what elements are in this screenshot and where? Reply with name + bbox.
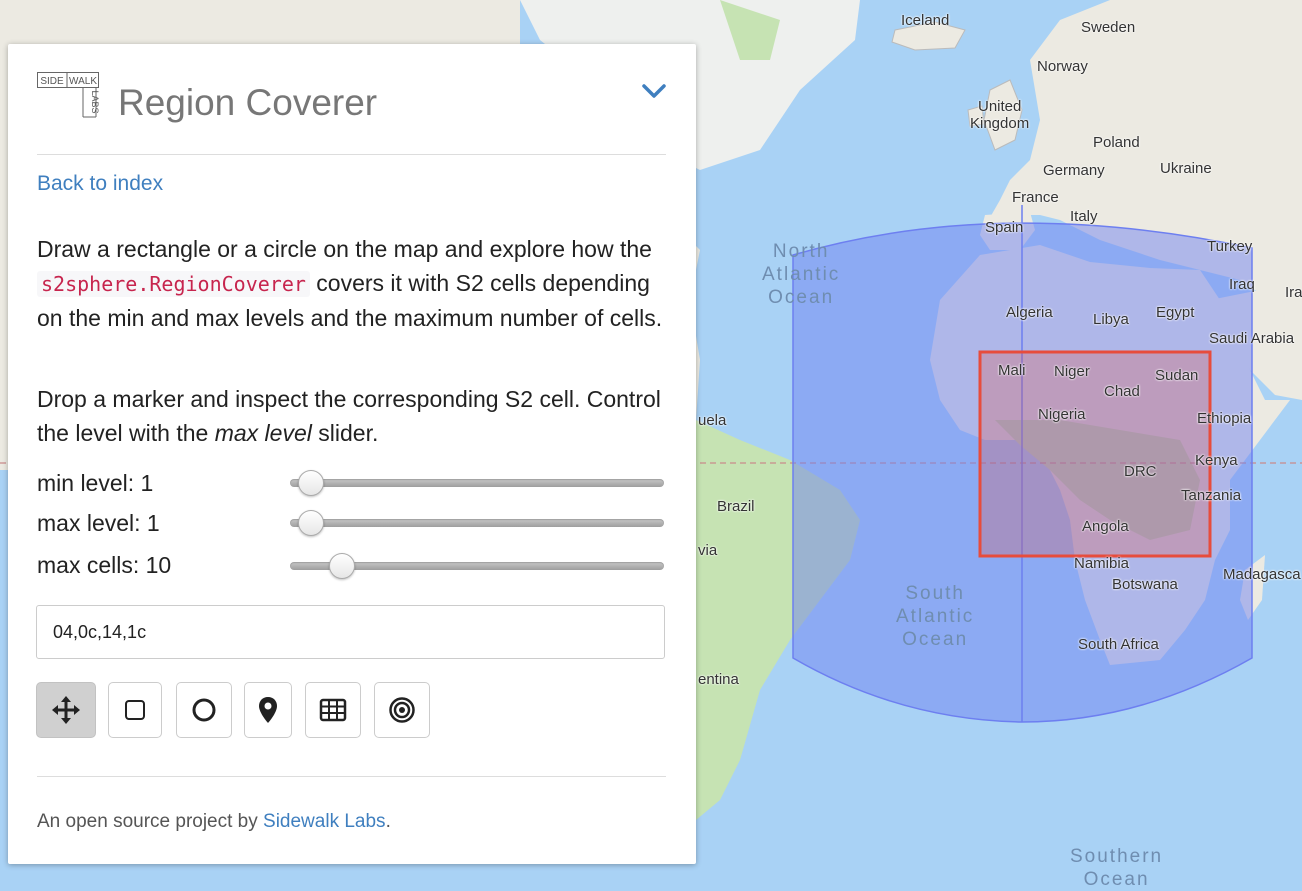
map-label-botswana: Botswana <box>1112 576 1178 593</box>
page-title: Region Coverer <box>118 82 378 123</box>
footer-suffix: . <box>385 811 391 832</box>
map-label-angola: Angola <box>1082 518 1129 535</box>
target-tool-button[interactable] <box>374 682 430 738</box>
map-label-uk-line2: Kingdom <box>970 115 1030 132</box>
map-pin-icon <box>259 697 277 723</box>
map-label-drc: DRC <box>1124 463 1157 480</box>
description-emphasis: max level <box>214 420 312 446</box>
cell-ids-input[interactable] <box>36 605 665 659</box>
description-text: Draw a rectangle or a circle on the map … <box>37 236 652 262</box>
map-label-ukraine: Ukraine <box>1160 160 1212 177</box>
map-label-germany: Germany <box>1043 162 1105 179</box>
logo-text-walk: WALK <box>69 76 97 87</box>
map-label-poland: Poland <box>1093 134 1140 151</box>
map-label-france: France <box>1012 189 1059 206</box>
map-label-kenya: Kenya <box>1195 452 1238 469</box>
back-to-index-link[interactable]: Back to index <box>37 172 163 196</box>
map-label-madagascar: Madagasca <box>1223 566 1301 583</box>
circle-tool-button[interactable] <box>176 682 232 738</box>
map-label-iran: Ira <box>1285 284 1302 301</box>
header-divider <box>37 154 666 155</box>
grid-icon <box>319 698 347 722</box>
map-label-italy: Italy <box>1070 208 1098 225</box>
code-region-coverer: s2sphere.RegionCoverer <box>37 271 310 297</box>
map-label-sweden: Sweden <box>1081 19 1136 36</box>
map-label-sudan: Sudan <box>1155 367 1199 384</box>
logo-text-labs: LABS <box>90 90 99 113</box>
map-label-namibia: Namibia <box>1074 555 1130 572</box>
min-level-slider[interactable] <box>290 468 664 498</box>
map-label-brazil: Brazil <box>717 498 755 515</box>
max-level-label: max level: 1 <box>37 510 160 536</box>
description-text: slider. <box>318 420 379 446</box>
footer-text: An open source project by Sidewalk Labs. <box>37 811 391 833</box>
grid-tool-button[interactable] <box>305 682 361 738</box>
move-arrows-icon <box>52 696 80 724</box>
description-paragraph-1: Draw a rectangle or a circle on the map … <box>37 232 667 335</box>
pan-tool-button[interactable] <box>36 682 96 738</box>
map-label-tanzania: Tanzania <box>1181 487 1242 504</box>
map-label-iraq: Iraq <box>1229 276 1255 293</box>
map-label-venezuela: uela <box>698 412 727 429</box>
square-icon <box>125 700 145 720</box>
map-label-argentina: entina <box>698 671 739 688</box>
map-label-iceland: Iceland <box>901 12 950 29</box>
logo-text-side: SIDE <box>40 76 64 87</box>
map-label-algeria: Algeria <box>1006 304 1053 321</box>
circle-icon <box>192 698 216 722</box>
map-label-south-africa: South Africa <box>1078 636 1159 653</box>
collapse-chevron-icon[interactable] <box>640 80 668 102</box>
slider-thumb[interactable] <box>329 553 355 579</box>
map-label-saudi-arabia: Saudi Arabia <box>1209 330 1295 347</box>
map-label-libya: Libya <box>1093 311 1129 328</box>
min-level-label: min level: 1 <box>37 470 154 496</box>
map-label-niger: Niger <box>1054 363 1090 380</box>
target-icon <box>389 697 415 723</box>
slider-thumb[interactable] <box>298 470 324 496</box>
map-label-nigeria: Nigeria <box>1038 406 1086 423</box>
map-label-southern-ocean: Southern Ocean <box>1070 846 1164 890</box>
map-label-ethiopia: Ethiopia <box>1197 410 1252 427</box>
slider-track <box>290 519 664 527</box>
max-level-slider[interactable] <box>290 508 664 538</box>
map-label-bolivia: via <box>698 542 718 559</box>
marker-tool-button[interactable] <box>244 682 292 738</box>
sidewalk-labs-link[interactable]: Sidewalk Labs <box>263 811 386 832</box>
max-cells-slider[interactable] <box>290 551 664 581</box>
map-label-mali: Mali <box>998 362 1026 379</box>
map-label-turkey: Turkey <box>1207 238 1253 255</box>
description-paragraph-2: Drop a marker and inspect the correspond… <box>37 382 667 450</box>
sidewalk-labs-logo: SIDE WALK LABS <box>37 72 100 118</box>
map-label-egypt: Egypt <box>1156 304 1195 321</box>
map-label-uk-line1: United <box>978 98 1022 115</box>
map-label-chad: Chad <box>1104 383 1140 400</box>
rectangle-tool-button[interactable] <box>108 682 162 738</box>
map-label-spain: Spain <box>985 219 1024 236</box>
map-label-norway: Norway <box>1037 58 1088 75</box>
slider-track <box>290 479 664 487</box>
map-label-north-atlantic: North Atlantic Ocean <box>762 241 841 308</box>
max-cells-label: max cells: 10 <box>37 552 172 578</box>
footer-prefix: An open source project by <box>37 811 258 832</box>
slider-thumb[interactable] <box>298 510 324 536</box>
footer-divider <box>37 776 666 777</box>
control-panel: SIDE WALK LABS Region Coverer Back to in… <box>8 44 696 864</box>
map-label-south-atlantic: South Atlantic Ocean <box>896 583 975 650</box>
